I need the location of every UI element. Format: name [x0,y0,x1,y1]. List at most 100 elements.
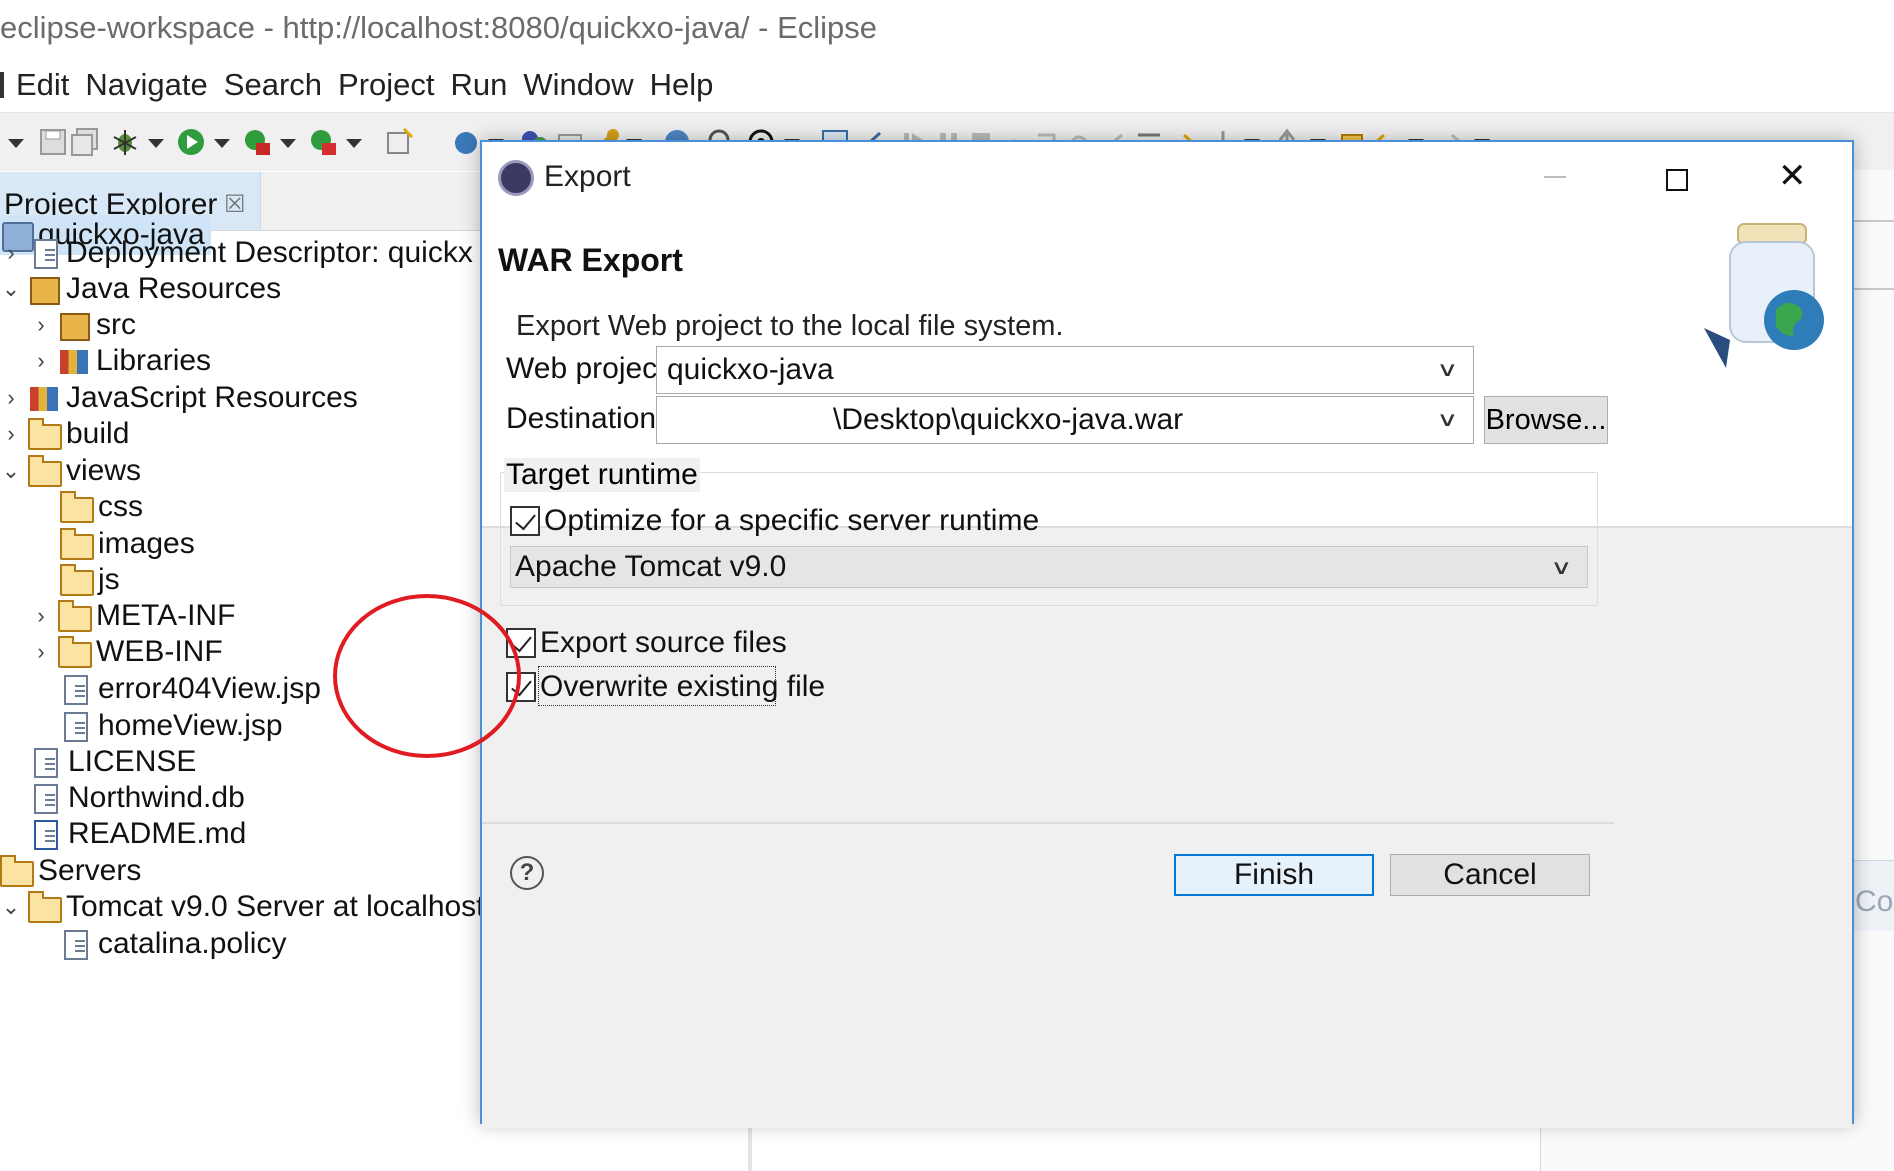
run-icon[interactable] [176,127,206,157]
dialog-title-bar: Export ✕ [482,142,1852,202]
coverage-icon[interactable] [242,127,272,157]
new-dropdown-icon[interactable] [8,139,24,148]
coverage-dropdown-icon[interactable] [280,139,296,148]
source-package-icon [58,311,90,341]
browse-button[interactable]: Browse... [1484,396,1608,444]
menu-navigate[interactable]: Navigate [85,67,207,103]
tree-item-label: build [66,417,130,450]
maximize-icon[interactable] [1666,169,1688,191]
chevron-down-icon[interactable]: ⌄ [0,894,22,919]
close-icon[interactable]: ✕ [1778,156,1807,196]
tree-item-label: JavaScript Resources [66,381,358,414]
chevron-right-icon[interactable]: › [0,385,22,410]
tree-item-views[interactable]: ⌄ views [0,451,141,491]
help-icon[interactable]: ? [510,856,544,890]
chevron-right-icon[interactable]: › [0,240,22,265]
window-title-bar: eclipse-workspace - http://localhost:808… [0,0,1894,60]
chevron-down-icon[interactable]: ⌄ [0,276,22,301]
chevron-down-icon[interactable]: ∨ [1551,555,1573,580]
menu-window[interactable]: Window [523,67,633,103]
cancel-button[interactable]: Cancel [1390,854,1590,896]
menu-project[interactable]: Project [338,67,434,103]
tree-item-src[interactable]: › src [30,305,136,345]
chevron-right-icon[interactable]: › [30,639,52,664]
finish-button[interactable]: Finish [1174,854,1374,896]
destination-combo[interactable]: \Desktop\quickxo-java.war ∨ [656,396,1474,444]
tree-item-homeview-jsp[interactable]: homeView.jsp [60,706,283,746]
folder-icon [60,491,94,523]
tree-item-label: Libraries [96,344,212,377]
tree-item-label: META-INF [96,599,236,632]
debug-icon[interactable] [110,127,140,157]
chevron-down-icon[interactable]: ∨ [1437,357,1459,382]
tree-item-northwind-db[interactable]: Northwind.db [30,778,245,818]
save-all-icon[interactable] [70,127,100,157]
tree-item-deployment-descriptor[interactable]: › Deployment Descriptor: quickx [0,233,473,273]
menu-edit[interactable]: Edit [16,67,69,103]
overwrite-label[interactable]: Overwrite existing file [540,670,825,704]
runtime-combo[interactable]: Apache Tomcat v9.0 ∨ [510,546,1588,588]
tree-item-build[interactable]: › build [0,414,129,454]
tree-item-license[interactable]: LICENSE [30,742,196,782]
target-runtime-title: Target runtime [504,458,700,492]
footer-divider [482,822,1614,824]
optimize-checkbox[interactable] [510,506,540,536]
menu-help[interactable]: Help [650,67,714,103]
tree-item-label: error404View.jsp [98,672,321,705]
folder-icon [28,418,62,450]
chevron-down-icon[interactable]: ∨ [1437,407,1459,432]
editor-divider [1850,220,1894,222]
folder-icon [58,600,92,632]
tree-item-label: images [98,527,195,560]
run-dropdown-icon[interactable] [214,139,230,148]
tree-item-meta-inf[interactable]: › META-INF [30,596,235,636]
tree-item-tomcat-server[interactable]: ⌄ Tomcat v9.0 Server at localhost- [0,887,495,927]
tree-item-libraries[interactable]: › Libraries [30,341,211,381]
tree-item-label: WEB-INF [96,635,223,668]
external-tools-dropdown-icon[interactable] [346,139,362,148]
external-tools-icon[interactable] [308,127,338,157]
text-file-icon [30,784,62,814]
web-project-combo[interactable]: quickxo-java ∨ [656,346,1474,394]
save-icon[interactable] [38,127,68,157]
wizard-heading: WAR Export [498,242,683,278]
menu-file-stub[interactable] [0,72,4,98]
tree-item-servers[interactable]: Servers [0,851,141,891]
folder-icon [60,528,94,560]
optimize-label[interactable]: Optimize for a specific server runtime [544,504,1039,538]
chevron-down-icon[interactable]: ⌄ [0,458,22,483]
chevron-right-icon[interactable]: › [0,421,22,446]
folder-icon [58,636,92,668]
chevron-right-icon[interactable]: › [30,603,52,628]
folder-icon [0,855,34,887]
tree-item-catalina-policy[interactable]: catalina.policy [60,924,286,964]
tree-item-label: homeView.jsp [98,709,283,742]
javascript-resources-icon [28,384,60,412]
tree-item-error404view-jsp[interactable]: error404View.jsp [60,669,321,709]
debug-dropdown-icon[interactable] [148,139,164,148]
tree-item-css[interactable]: css [60,487,143,527]
chevron-right-icon[interactable]: › [30,348,52,373]
new-server-icon[interactable] [384,127,414,157]
tree-item-label: Servers [38,854,142,887]
menu-search[interactable]: Search [224,67,322,103]
minimize-icon[interactable] [1544,176,1566,178]
close-icon[interactable]: ☒ [224,190,246,219]
menu-run[interactable]: Run [451,67,508,103]
deployment-descriptor-icon [28,239,60,269]
jsp-file-icon [60,712,92,742]
tree-item-js[interactable]: js [60,560,120,600]
export-source-label[interactable]: Export source files [540,626,787,660]
tree-item-java-resources[interactable]: ⌄ Java Resources [0,269,281,309]
new-web-icon[interactable] [452,127,482,157]
markdown-file-icon [30,820,62,850]
tree-item-javascript-resources[interactable]: › JavaScript Resources [0,378,358,418]
folder-icon [60,564,94,596]
text-file-icon [60,930,92,960]
eclipse-icon [498,160,534,196]
chevron-right-icon[interactable]: › [30,312,52,337]
tree-item-web-inf[interactable]: › WEB-INF [30,632,223,672]
tree-item-readme-md[interactable]: README.md [30,814,246,854]
console-tab-label[interactable]: Co [1855,885,1893,919]
tree-item-images[interactable]: images [60,524,195,564]
